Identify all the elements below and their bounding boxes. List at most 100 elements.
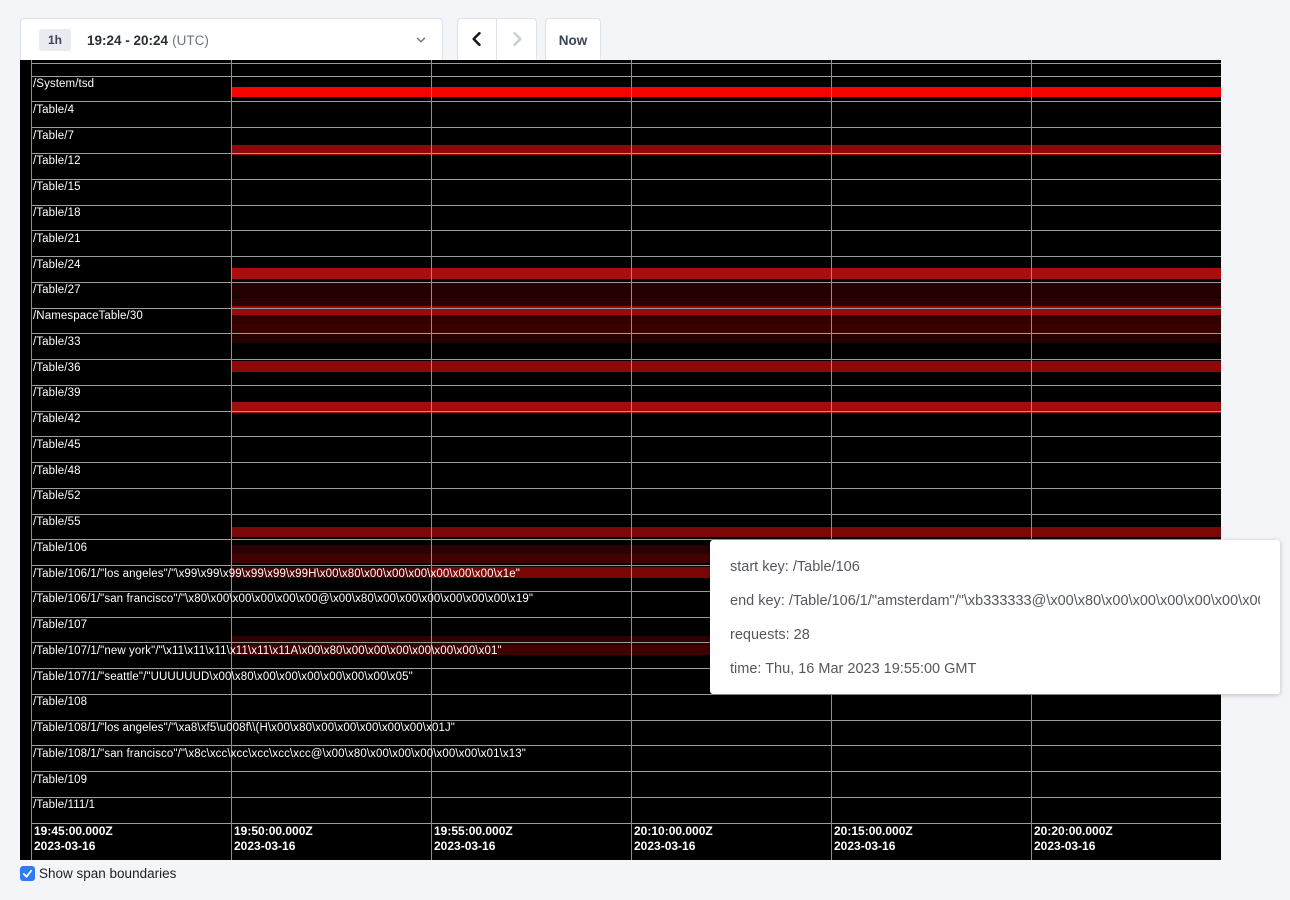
axis-tick-date: 2023-03-16 [634, 839, 713, 854]
heat-band [231, 361, 1221, 372]
row-boundary-line [31, 359, 1221, 360]
row-label: /Table/108/1/"san francisco"/"\x8c\xcc\x… [33, 748, 526, 760]
checkmark-icon [22, 868, 33, 879]
time-axis-tick: 19:50:00.000Z2023-03-16 [234, 824, 313, 854]
row-boundary-line [31, 385, 1221, 386]
row-label: /Table/39 [33, 387, 81, 399]
row-boundary-line [31, 127, 1221, 128]
tooltip-end-key: end key: /Table/106/1/"amsterdam"/"\xb33… [730, 584, 1260, 618]
row-boundary-line [31, 282, 1221, 283]
row-label: /Table/7 [33, 130, 74, 142]
row-label: /Table/24 [33, 259, 81, 271]
chevron-right-icon [507, 29, 527, 52]
heat-band [231, 527, 1221, 537]
heat-band [231, 87, 1221, 97]
chevron-down-icon [414, 33, 428, 47]
row-boundary-line [31, 101, 1221, 102]
heat-band [231, 268, 1221, 279]
row-label: /Table/33 [33, 336, 81, 348]
axis-tick-time: 19:55:00.000Z [434, 824, 513, 839]
row-boundary-line [31, 771, 1221, 772]
row-label: /Table/109 [33, 774, 87, 786]
tooltip-start-key: start key: /Table/106 [730, 550, 1260, 584]
show-span-boundaries-checkbox[interactable] [20, 866, 35, 881]
heat-band [231, 283, 1221, 297]
show-span-boundaries-label: Show span boundaries [39, 866, 176, 881]
axis-tick-time: 20:20:00.000Z [1034, 824, 1113, 839]
row-label: /Table/108/1/"los angeles"/"\xa8\xf5\u00… [33, 722, 455, 734]
row-boundary-line [31, 720, 1221, 721]
row-label: /Table/107/1/"new york"/"\x11\x11\x11\x1… [33, 645, 502, 657]
row-boundary-line [31, 63, 1221, 64]
key-visualizer-heatmap[interactable]: /System/tsd/Table/4/Table/7/Table/12/Tab… [20, 60, 1221, 860]
row-label: /Table/106/1/"los angeles"/"\x99\x99\x99… [33, 568, 520, 580]
row-boundary-line [31, 76, 1221, 77]
time-range-selector[interactable]: 1h 19:24 - 20:24 (UTC) [20, 18, 443, 62]
span-tooltip: start key: /Table/106 end key: /Table/10… [710, 540, 1280, 694]
row-label: /Table/45 [33, 439, 81, 451]
row-label: /Table/21 [33, 233, 81, 245]
next-time-button[interactable] [497, 18, 537, 62]
show-span-boundaries-row: Show span boundaries [20, 866, 176, 881]
row-label: /NamespaceTable/30 [33, 310, 143, 322]
row-label: /Table/36 [33, 362, 81, 374]
time-range-text: 19:24 - 20:24 [87, 33, 168, 48]
row-label: /Table/107/1/"seattle"/"UUUUUUD\x00\x80\… [33, 671, 413, 683]
tooltip-time: time: Thu, 16 Mar 2023 19:55:00 GMT [730, 652, 1260, 686]
axis-tick-time: 20:10:00.000Z [634, 824, 713, 839]
row-boundary-line [31, 205, 1221, 206]
row-label: /Table/15 [33, 181, 81, 193]
heat-band [231, 298, 1221, 306]
row-label: /Table/106/1/"san francisco"/"\x80\x00\x… [33, 593, 533, 605]
row-label: /Table/27 [33, 284, 81, 296]
row-label: /Table/106 [33, 542, 87, 554]
axis-tick-time: 19:45:00.000Z [34, 824, 113, 839]
axis-tick-time: 20:15:00.000Z [834, 824, 913, 839]
time-gridline [231, 60, 232, 860]
tooltip-requests: requests: 28 [730, 618, 1260, 652]
time-axis-tick: 19:45:00.000Z2023-03-16 [34, 824, 113, 854]
row-boundary-line [31, 514, 1221, 515]
row-label: /Table/18 [33, 207, 81, 219]
key-visualizer-page: 1h 19:24 - 20:24 (UTC) [0, 0, 1290, 900]
row-label: /Table/48 [33, 465, 81, 477]
time-gridline [31, 60, 32, 860]
chevron-left-icon [467, 29, 487, 52]
row-boundary-line [31, 462, 1221, 463]
row-label: /Table/55 [33, 516, 81, 528]
row-label: /Table/108 [33, 696, 87, 708]
row-boundary-line [31, 153, 1221, 154]
axis-tick-date: 2023-03-16 [434, 839, 513, 854]
prev-time-button[interactable] [457, 18, 497, 62]
axis-tick-date: 2023-03-16 [234, 839, 313, 854]
row-boundary-line [31, 308, 1221, 309]
row-label: /Table/111/1 [33, 799, 95, 811]
row-label: /Table/107 [33, 619, 87, 631]
axis-tick-date: 2023-03-16 [834, 839, 913, 854]
time-axis-tick: 20:10:00.000Z2023-03-16 [634, 824, 713, 854]
row-boundary-line [31, 488, 1221, 489]
row-label: /Table/42 [33, 413, 81, 425]
time-gridline [431, 60, 432, 860]
time-range-duration-badge: 1h [39, 29, 71, 51]
row-boundary-line [31, 436, 1221, 437]
row-boundary-line [31, 745, 1221, 746]
row-label: /System/tsd [33, 78, 94, 90]
row-boundary-line [31, 411, 1221, 412]
time-nav-group [457, 18, 537, 62]
axis-tick-time: 19:50:00.000Z [234, 824, 313, 839]
axis-tick-date: 2023-03-16 [34, 839, 113, 854]
row-boundary-line [31, 333, 1221, 334]
row-boundary-line [31, 230, 1221, 231]
time-axis-tick: 20:15:00.000Z2023-03-16 [834, 824, 913, 854]
time-axis-tick: 20:20:00.000Z2023-03-16 [1034, 824, 1113, 854]
time-range-timezone: (UTC) [172, 33, 209, 48]
axis-tick-date: 2023-03-16 [1034, 839, 1113, 854]
time-toolbar: 1h 19:24 - 20:24 (UTC) [0, 0, 1290, 62]
now-button[interactable]: Now [545, 18, 601, 62]
row-label: /Table/12 [33, 155, 81, 167]
heat-band [231, 315, 1221, 324]
row-label: /Table/4 [33, 104, 74, 116]
time-axis-tick: 19:55:00.000Z2023-03-16 [434, 824, 513, 854]
row-boundary-line [31, 256, 1221, 257]
